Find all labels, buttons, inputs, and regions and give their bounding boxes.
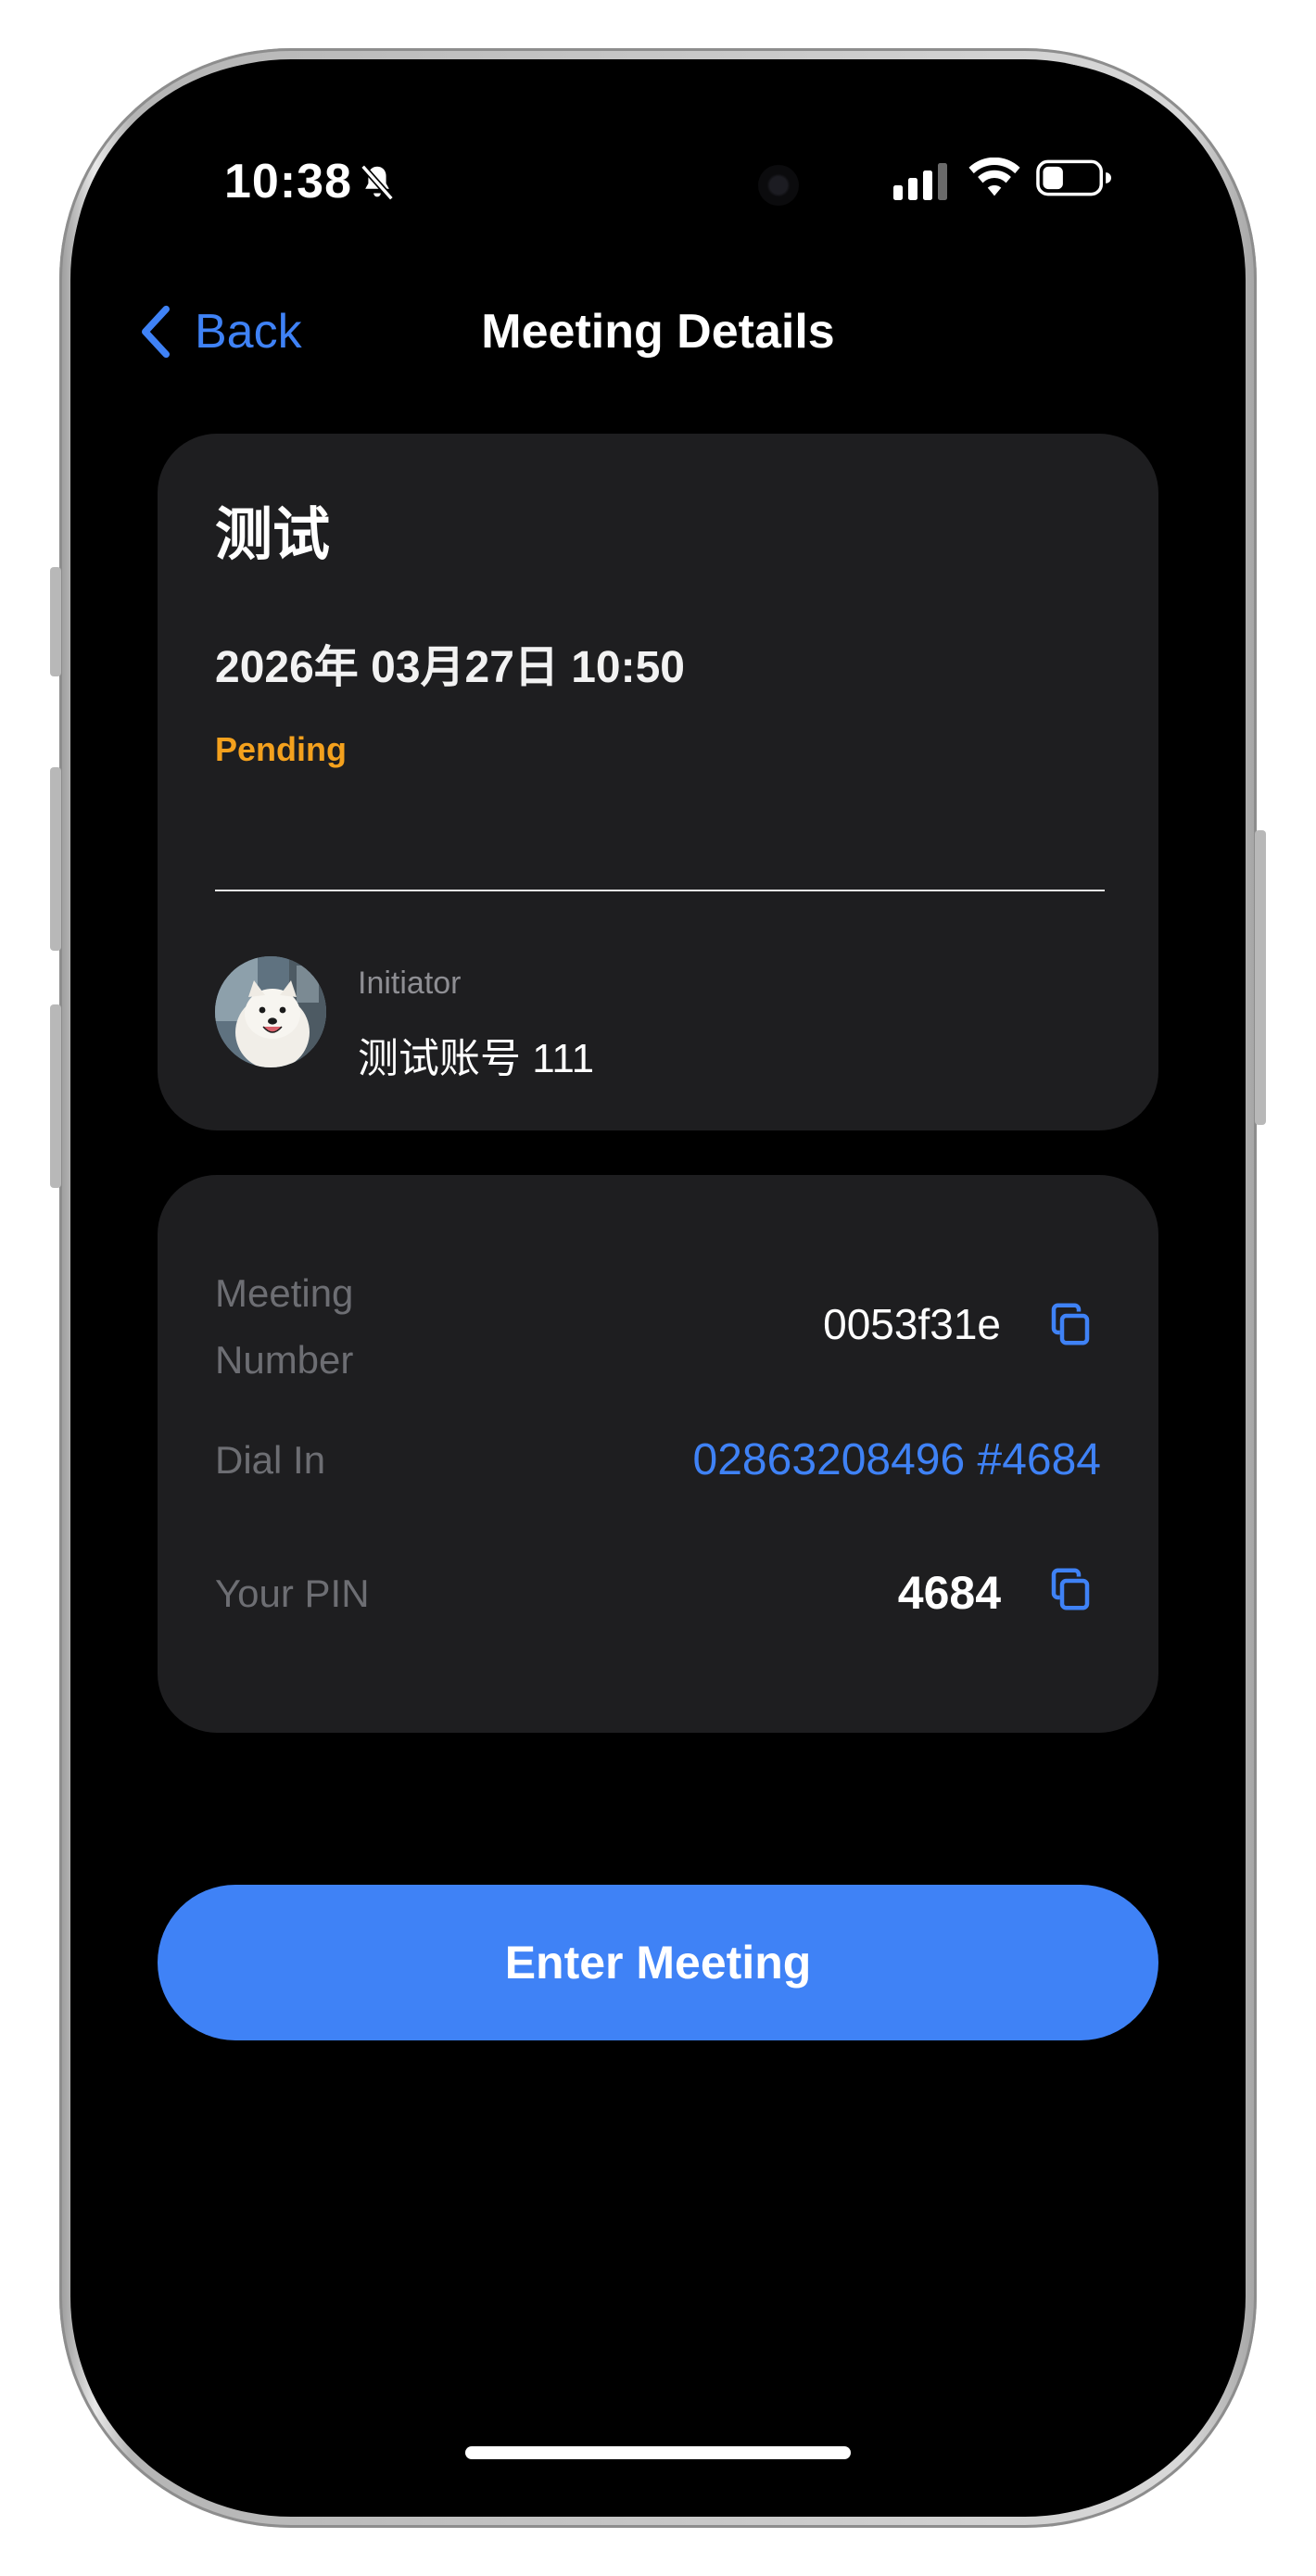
divider [215,890,1105,891]
dial-in-label: Dial In [215,1438,326,1482]
front-camera [758,165,799,206]
meeting-number-label: Meeting Number [215,1260,353,1394]
battery-icon [1036,159,1112,196]
signal-icon [893,163,947,200]
status-time: 10:38 [224,155,352,208]
power-button [1255,830,1266,1125]
meeting-number-label-line2: Number [215,1338,354,1382]
page-title: Meeting Details [481,305,835,359]
meeting-datetime: 2026年 03月27日 10:50 [215,643,686,692]
avatar [215,956,326,1067]
bell-slash-icon [361,164,394,201]
meeting-info-card: Meeting Number 0053f31e Dial In 02863208… [158,1175,1158,1733]
dog-avatar-image [215,956,326,1067]
meeting-summary-card: 测试 2026年 03月27日 10:50 Pending Initiator … [158,434,1158,1130]
enter-meeting-button[interactable]: Enter Meeting [158,1885,1158,2040]
meeting-number-label-line1: Meeting [215,1271,354,1315]
wifi-icon [968,158,1020,196]
copy-pin-icon[interactable] [1045,1564,1095,1614]
dial-in-link[interactable]: 02863208496 #4684 [693,1434,1101,1485]
volume-up-button [50,767,61,951]
initiator-label: Initiator [358,966,462,1001]
pin-value: 4684 [897,1567,1001,1619]
status-badge: Pending [215,730,347,768]
initiator-name: 测试账号 111 [358,1036,595,1081]
app-screen: 10:38 Back Meeting Details 测试 2026年 03月2… [72,61,1244,2513]
action-button [50,567,61,676]
copy-icon[interactable] [1045,1299,1095,1349]
meeting-number-value: 0053f31e [823,1300,1001,1348]
meeting-title: 测试 [215,503,331,567]
volume-down-button [50,1004,61,1188]
pin-label: Your PIN [215,1572,370,1615]
home-indicator [465,2446,851,2459]
